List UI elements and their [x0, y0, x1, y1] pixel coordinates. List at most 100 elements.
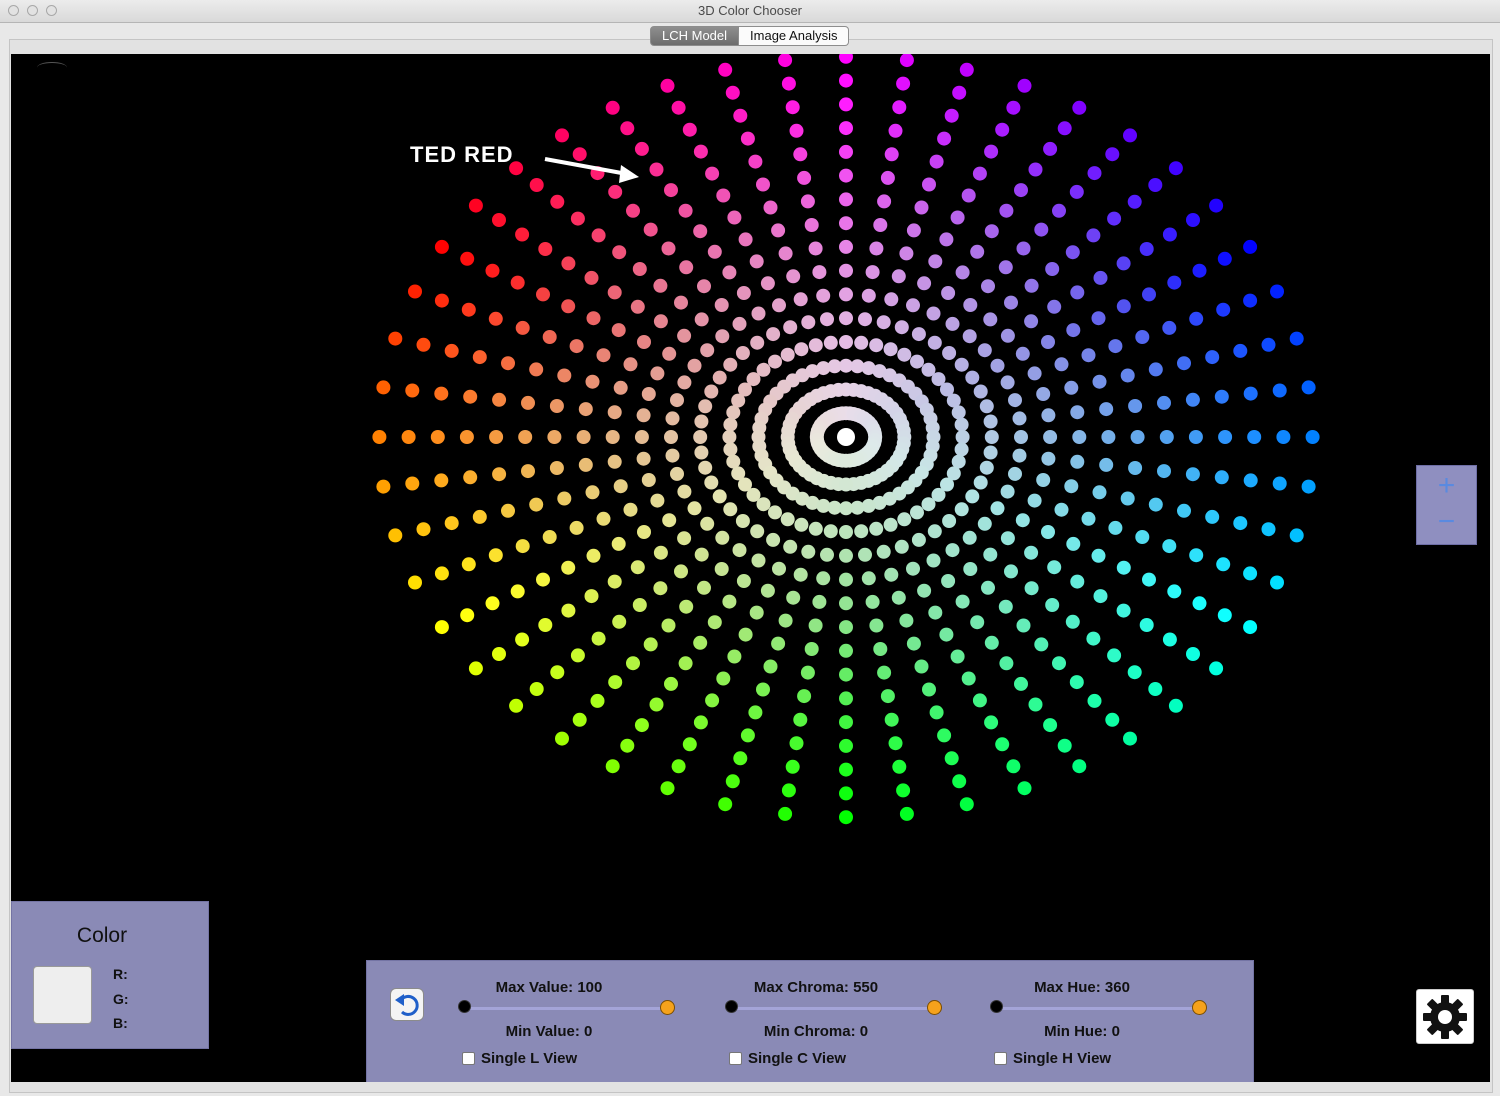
color-point[interactable] — [715, 329, 730, 344]
color-point[interactable] — [670, 466, 684, 481]
color-point[interactable] — [649, 162, 664, 177]
color-point[interactable] — [804, 642, 819, 656]
color-point[interactable] — [665, 448, 680, 463]
color-point[interactable] — [664, 430, 678, 444]
color-point[interactable] — [954, 357, 969, 372]
color-point[interactable] — [1123, 128, 1137, 143]
color-point[interactable] — [538, 618, 553, 632]
color-point[interactable] — [529, 362, 544, 377]
color-point[interactable] — [1127, 194, 1142, 209]
color-point[interactable] — [1168, 161, 1183, 176]
color-point[interactable] — [984, 715, 999, 730]
color-point[interactable] — [671, 100, 686, 115]
color-point[interactable] — [434, 293, 449, 308]
color-point[interactable] — [434, 386, 449, 401]
color-point[interactable] — [561, 299, 576, 314]
color-point[interactable] — [733, 751, 748, 766]
color-point[interactable] — [1087, 693, 1102, 708]
color-point[interactable] — [1289, 528, 1304, 543]
color-point[interactable] — [789, 123, 804, 138]
color-point[interactable] — [965, 489, 980, 504]
color-point[interactable] — [944, 108, 959, 123]
color-point[interactable] — [521, 464, 535, 479]
color-point[interactable] — [1214, 389, 1229, 404]
color-point[interactable] — [715, 530, 730, 545]
color-point[interactable] — [1217, 251, 1232, 266]
color-point[interactable] — [736, 574, 751, 588]
color-point[interactable] — [750, 335, 765, 350]
color-point[interactable] — [694, 414, 709, 429]
color-point[interactable] — [783, 539, 798, 554]
color-point[interactable] — [963, 562, 978, 576]
color-point[interactable] — [778, 246, 793, 261]
checkbox-box[interactable] — [729, 1052, 742, 1065]
color-point[interactable] — [977, 516, 992, 531]
color-point[interactable] — [995, 737, 1010, 752]
color-point[interactable] — [748, 154, 763, 169]
color-point[interactable] — [926, 553, 941, 568]
color-point[interactable] — [883, 342, 898, 357]
color-point[interactable] — [682, 122, 697, 137]
color-point[interactable] — [591, 228, 606, 243]
color-point[interactable] — [897, 347, 912, 362]
color-point[interactable] — [590, 693, 605, 708]
color-point[interactable] — [959, 797, 974, 812]
color-point[interactable] — [510, 275, 525, 290]
color-point[interactable] — [650, 493, 665, 508]
color-point[interactable] — [542, 330, 557, 344]
color-point[interactable] — [1008, 393, 1022, 408]
color-point[interactable] — [911, 327, 926, 342]
zoom-out-button[interactable]: − — [1417, 504, 1476, 540]
color-point[interactable] — [665, 411, 680, 426]
color-point[interactable] — [388, 528, 403, 543]
color-point[interactable] — [873, 218, 888, 232]
color-point[interactable] — [977, 343, 992, 358]
color-point[interactable] — [643, 222, 658, 237]
color-point[interactable] — [839, 572, 853, 587]
color-point[interactable] — [1185, 392, 1200, 407]
color-point[interactable] — [854, 524, 869, 539]
color-point[interactable] — [611, 323, 626, 338]
color-point[interactable] — [1116, 603, 1131, 618]
color-point[interactable] — [632, 262, 647, 276]
color-point[interactable] — [1216, 557, 1231, 572]
color-point[interactable] — [854, 335, 869, 350]
color-point[interactable] — [463, 389, 478, 404]
color-point[interactable] — [705, 166, 720, 181]
color-point[interactable] — [662, 513, 677, 528]
color-point[interactable] — [1108, 339, 1123, 354]
color-point[interactable] — [678, 203, 693, 218]
color-point[interactable] — [1000, 375, 1015, 390]
color-point[interactable] — [697, 580, 711, 595]
color-point[interactable] — [952, 85, 967, 100]
color-point[interactable] — [661, 618, 676, 633]
color-point[interactable] — [952, 774, 967, 789]
color-point[interactable] — [888, 123, 903, 138]
color-point[interactable] — [1305, 430, 1320, 444]
color-point[interactable] — [1116, 299, 1131, 314]
color-point[interactable] — [521, 395, 535, 410]
color-point[interactable] — [1289, 331, 1304, 346]
color-point[interactable] — [801, 544, 816, 559]
color-point[interactable] — [1072, 759, 1087, 774]
color-point[interactable] — [839, 786, 853, 801]
color-point[interactable] — [714, 298, 729, 312]
color-point[interactable] — [778, 54, 793, 68]
color-point[interactable] — [979, 399, 994, 414]
color-point[interactable] — [786, 269, 801, 284]
color-point[interactable] — [1028, 162, 1043, 177]
color-point[interactable] — [1107, 648, 1122, 663]
color-point[interactable] — [723, 442, 738, 457]
color-point[interactable] — [1087, 166, 1102, 181]
color-point[interactable] — [1012, 448, 1027, 463]
color-point[interactable] — [812, 265, 827, 280]
color-point[interactable] — [1093, 270, 1108, 285]
color-point[interactable] — [756, 497, 771, 512]
color-point[interactable] — [1069, 184, 1084, 199]
color-point[interactable] — [700, 343, 715, 358]
color-point[interactable] — [995, 122, 1010, 137]
color-point[interactable] — [630, 299, 645, 314]
color-point[interactable] — [823, 524, 838, 539]
color-point[interactable] — [1047, 299, 1062, 314]
color-point[interactable] — [1054, 502, 1069, 517]
